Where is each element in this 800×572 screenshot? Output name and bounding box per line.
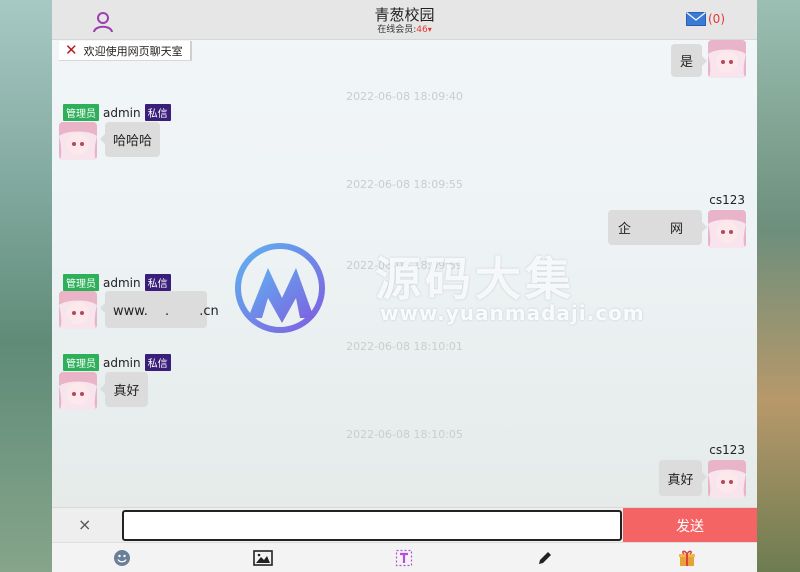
input-bar: × 发送 [52,507,757,543]
sender-name[interactable]: admin [103,356,141,370]
message-text: www. . .cn [113,304,219,319]
private-message-button[interactable]: 私信 [144,274,171,291]
message-bubble: 哈哈哈 [100,122,160,157]
chat-app: 青葱校园 在线会员:46▾ (0) ✕ 欢迎使用网页聊天室 是 2022-06-… [52,0,757,572]
avatar[interactable] [59,372,97,410]
avatar[interactable] [708,460,746,498]
message-bubble: 企 网 [608,210,707,245]
watermark-text: 源码大集 [375,252,575,306]
avatar[interactable] [59,291,97,329]
timestamp: 2022-06-08 18:09:55 [346,178,463,191]
timestamp: 2022-06-08 18:09:59 [346,259,463,272]
mail-count: (0) [708,12,725,26]
timestamp: 2022-06-08 18:10:01 [346,340,463,353]
message-bubble: 真好 [659,460,707,496]
message-text: 哈哈哈 [112,134,152,149]
message-bubble: 是 [671,44,707,77]
private-message-button[interactable]: 私信 [144,354,171,371]
mail-icon [686,12,706,26]
watermark-logo [235,243,325,333]
private-message-button[interactable]: 私信 [144,104,171,121]
sender-name[interactable]: cs123 [652,443,745,457]
online-count-line: 在线会员:46▾ [52,24,757,36]
sender-name[interactable]: cs123 [652,193,745,207]
message-meta: 管理员 admin 私信 [63,274,171,291]
header: 青葱校园 在线会员:46▾ (0) [52,0,757,40]
timestamp: 2022-06-08 18:10:05 [346,428,463,441]
welcome-label: 欢迎使用网页聊天室 [83,44,183,58]
admin-badge: 管理员 [63,354,99,371]
pen-icon[interactable] [534,548,556,568]
message-text: 企 网 [618,222,684,237]
admin-badge: 管理员 [63,104,99,121]
online-dropdown-icon[interactable]: ▾ [428,25,432,34]
online-count: 46 [416,25,428,35]
send-button[interactable]: 发送 [623,508,757,543]
message-text: 是 [679,55,693,70]
message-bubble: www. . .cn [100,291,219,328]
text-style-icon[interactable] [393,548,415,568]
online-label: 在线会员: [377,25,417,35]
avatar[interactable] [59,122,97,160]
toolbar [52,542,757,572]
message-text: 真好 [113,384,140,399]
title-block: 青葱校园 在线会员:46▾ [52,6,757,36]
close-icon[interactable]: ✕ [65,43,78,58]
message-meta: 管理员 admin 私信 [63,104,171,121]
message-text: 真好 [667,472,694,488]
watermark-url: www.yuanmadaji.com [380,301,645,325]
image-icon[interactable] [252,548,274,568]
background-left [0,0,52,572]
avatar[interactable] [708,210,746,248]
sender-name[interactable]: admin [103,106,141,120]
mail-button[interactable]: (0) [686,12,725,26]
avatar[interactable] [708,40,746,78]
timestamp: 2022-06-08 18:09:40 [346,90,463,103]
admin-badge: 管理员 [63,274,99,291]
emoji-icon[interactable] [111,548,133,568]
clear-button[interactable]: × [78,515,91,535]
welcome-tab[interactable]: ✕ 欢迎使用网页聊天室 [59,41,192,61]
message-input[interactable] [122,510,622,541]
message-bubble: 真好 [100,372,148,407]
watermark: 源码大集 www.yuanmadaji.com [235,243,644,333]
sender-name[interactable]: admin [103,276,141,290]
message-meta: 管理员 admin 私信 [63,354,171,371]
room-title: 青葱校园 [374,6,435,24]
gift-icon[interactable] [676,548,698,568]
background-right [756,0,800,572]
